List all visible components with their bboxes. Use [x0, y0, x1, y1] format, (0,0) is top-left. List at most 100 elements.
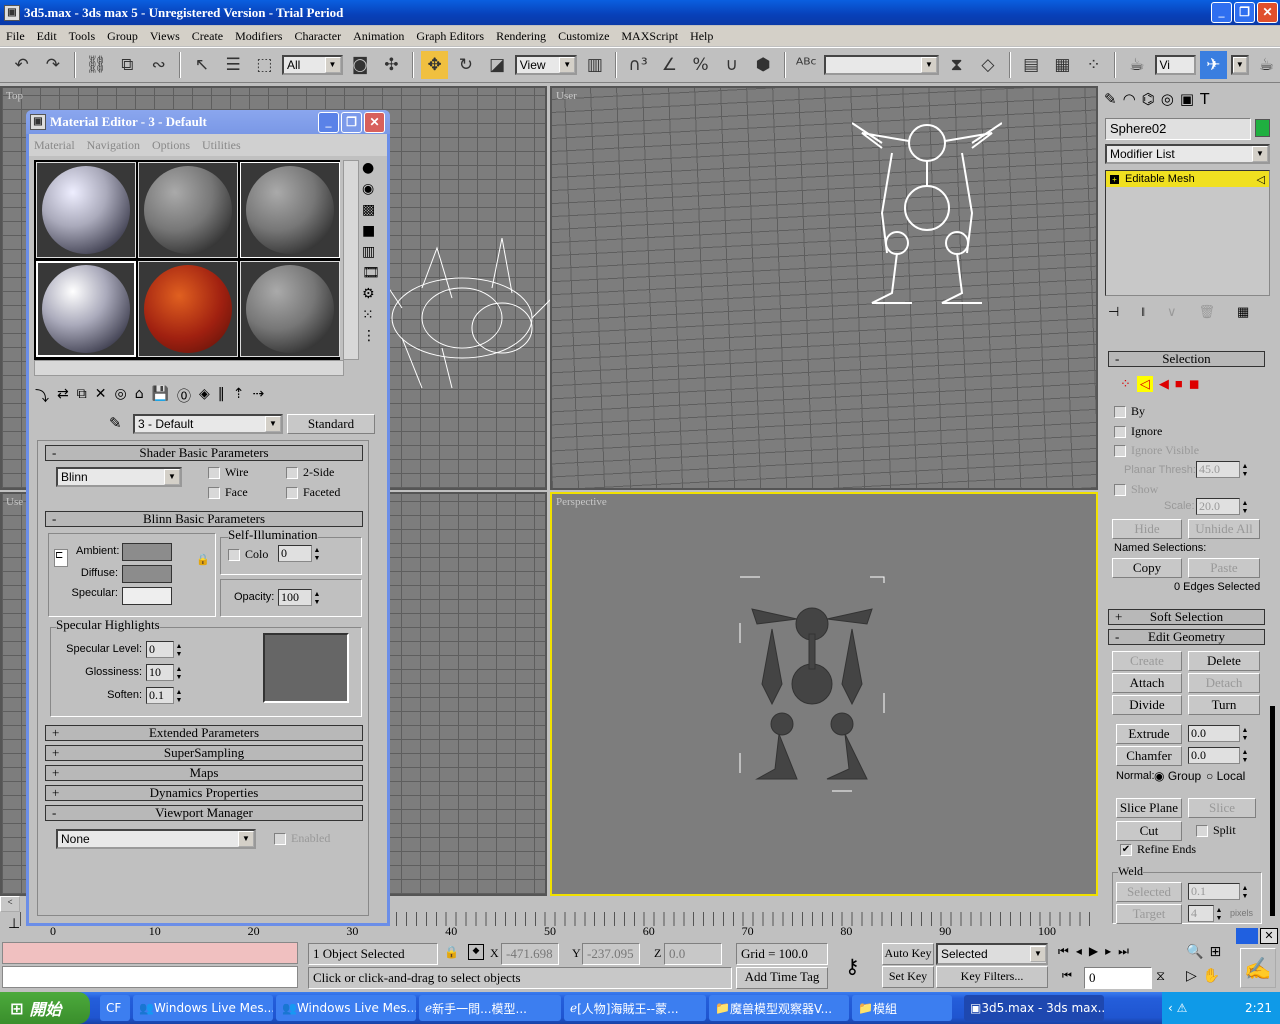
viewport-label[interactable]: User [556, 90, 577, 102]
me-close-button[interactable]: ✕ [364, 112, 385, 133]
detach-button[interactable]: Detach [1188, 673, 1260, 693]
weld-target-button[interactable]: Target [1116, 904, 1182, 924]
start-button[interactable]: ⊞ 開始 [0, 992, 90, 1024]
weld-threshold-spinner[interactable]: 0.1 ▲ ▼ [1188, 883, 1250, 900]
hierarchy-tab-icon[interactable]: ⌬ [1142, 90, 1155, 108]
taskbar-item-messenger-1[interactable]: 👥 Windows Live Mes... [133, 995, 273, 1021]
rect-selection-icon[interactable]: ⬚ [251, 51, 278, 79]
maxscript-listener-white[interactable] [2, 966, 298, 988]
extrude-value[interactable]: 0.0 [1188, 725, 1240, 742]
menu-modifiers[interactable]: Modifiers [229, 29, 288, 44]
soften-spinner[interactable]: 0.1 ▲ ▼ [146, 687, 184, 704]
make-unique-icon[interactable]: ⌂ [135, 386, 144, 406]
uv-tiling-icon[interactable]: ■ [362, 223, 384, 239]
self-illum-spinner[interactable]: 0 ▲ ▼ [278, 545, 322, 562]
group-radio[interactable]: ◉ Group [1154, 769, 1201, 783]
sample-slot-1[interactable] [36, 162, 136, 258]
motion-tab-icon[interactable]: ◎ [1161, 90, 1174, 108]
go-to-end-icon[interactable]: ⏭ [1118, 944, 1129, 959]
slots-horizontal-scrollbar[interactable] [34, 360, 344, 376]
chamfer-spinner[interactable]: 0.0 ▲ ▼ [1188, 747, 1250, 764]
snap-3d-icon[interactable]: ∩³ [624, 51, 651, 79]
named-selection-dropdown[interactable]: ▼ [823, 55, 939, 75]
minimize-button[interactable]: _ [1211, 2, 1232, 23]
add-time-tag-button[interactable]: Add Time Tag [736, 967, 828, 989]
menu-create[interactable]: Create [186, 29, 229, 44]
viewport-label[interactable]: Top [6, 90, 23, 102]
lock-selection-icon[interactable]: 🔒 [444, 945, 459, 960]
select-by-name-icon[interactable]: ☰ [220, 51, 247, 79]
vertex-icon[interactable]: ⁘ [1120, 376, 1131, 392]
scale-spinner[interactable]: 20.0 ▲ ▼ [1196, 498, 1250, 515]
stack-item-editable-mesh[interactable]: + Editable Mesh ◁ [1106, 171, 1269, 187]
glossiness-value[interactable]: 10 [146, 664, 174, 681]
soften-value[interactable]: 0.1 [146, 687, 174, 704]
glossiness-spinner[interactable]: 10 ▲ ▼ [146, 664, 184, 681]
next-frame-icon[interactable]: ▸ [1105, 944, 1111, 959]
slice-plane-button[interactable]: Slice Plane [1116, 798, 1182, 818]
lock-icon[interactable]: 🔒 [196, 553, 210, 566]
spec-level-spinner[interactable]: 0 ▲ ▼ [146, 641, 184, 658]
scale-value[interactable]: 20.0 [1196, 498, 1240, 515]
material-name-field[interactable]: 3 - Default ▼ [133, 414, 283, 434]
selection-rollout[interactable]: - Selection [1108, 351, 1265, 367]
unlink-icon[interactable]: ⧉ [114, 51, 141, 79]
set-key-button[interactable]: Set Key [882, 966, 934, 988]
sample-slot-5[interactable] [138, 261, 238, 357]
key-mode-dropdown[interactable]: Selected ▼ [936, 943, 1048, 965]
ambient-color-swatch[interactable] [122, 543, 172, 561]
taskbar-item-folder-2[interactable]: 📁 模組 [852, 995, 952, 1021]
make-copy-icon[interactable]: ◎ [114, 386, 126, 406]
me-menu-navigation[interactable]: Navigation [87, 138, 140, 153]
edit-geometry-rollout[interactable]: - Edit Geometry [1108, 629, 1265, 645]
tray-icons[interactable]: ‹ ⚠ [1162, 1001, 1187, 1015]
menu-help[interactable]: Help [684, 29, 719, 44]
mirror-icon[interactable]: ⧗ [943, 51, 970, 79]
weld-target-spinner[interactable]: 4 ▲ ▼ [1188, 905, 1224, 922]
field-of-view-icon[interactable]: ▷ [1186, 968, 1197, 984]
pin-stack-icon[interactable]: ⊣ [1108, 304, 1119, 320]
sample-slot-2[interactable] [138, 162, 238, 258]
options-icon[interactable]: ⚙ [362, 286, 384, 302]
divide-button[interactable]: Divide [1112, 695, 1182, 715]
expand-icon[interactable]: + [1110, 174, 1119, 184]
menu-edit[interactable]: Edit [31, 29, 63, 44]
me-minimize-button[interactable]: _ [318, 112, 339, 133]
extended-parameters-rollout[interactable]: + Extended Parameters [45, 725, 363, 741]
unhide-all-button[interactable]: Unhide All [1188, 519, 1260, 539]
sample-slot-4-active[interactable] [36, 261, 136, 357]
utilities-tab-icon[interactable]: T [1200, 90, 1209, 108]
polygon-icon[interactable]: ■ [1175, 376, 1183, 392]
menu-file[interactable]: File [0, 29, 31, 44]
opacity-value[interactable]: 100 [278, 589, 312, 606]
move-icon[interactable]: ✥ [421, 51, 449, 79]
bind-space-warp-icon[interactable]: ∾ [145, 51, 172, 79]
local-radio[interactable]: ○ Local [1206, 769, 1245, 783]
y-coordinate-field[interactable]: -237.095 [582, 943, 640, 965]
object-color-swatch[interactable] [1255, 119, 1270, 137]
cut-button[interactable]: Cut [1116, 821, 1182, 841]
sample-type-icon[interactable]: ● [362, 160, 384, 176]
viewport-label[interactable]: Use [6, 496, 23, 508]
backlight-icon[interactable]: ◉ [362, 181, 384, 197]
supersampling-rollout[interactable]: + SuperSampling [45, 745, 363, 761]
remove-modifier-icon[interactable]: 🗑 [1199, 304, 1216, 320]
faceted-checkbox[interactable]: Faceted [286, 485, 340, 500]
planar-thresh-value[interactable]: 45.0 [1196, 461, 1240, 478]
wire-checkbox[interactable]: Wire [208, 465, 249, 480]
time-configuration-icon[interactable]: ⧖ [1156, 968, 1165, 984]
weld-threshold-value[interactable]: 0.1 [1188, 883, 1240, 900]
lock-ambient-diffuse-icon[interactable]: ⊏ [54, 549, 68, 567]
paste-button[interactable]: Paste [1188, 558, 1260, 578]
align-icon[interactable]: ◇ [974, 51, 1001, 79]
weld-selected-button[interactable]: Selected [1116, 882, 1182, 902]
taskbar-item-messenger-2[interactable]: 👥 Windows Live Mes... [276, 995, 416, 1021]
background-icon[interactable]: ▩ [362, 202, 384, 218]
maximize-button[interactable]: ❐ [1234, 2, 1255, 23]
enabled-checkbox[interactable]: Enabled [274, 831, 330, 846]
create-button[interactable]: Create [1112, 651, 1182, 671]
material-editor-titlebar[interactable]: ▣ Material Editor - 3 - Default _ ❐ ✕ [26, 110, 390, 134]
me-menu-material[interactable]: Material [34, 138, 75, 153]
modifier-list-dropdown[interactable]: Modifier List ▼ [1105, 144, 1270, 164]
maps-rollout[interactable]: + Maps [45, 765, 363, 781]
